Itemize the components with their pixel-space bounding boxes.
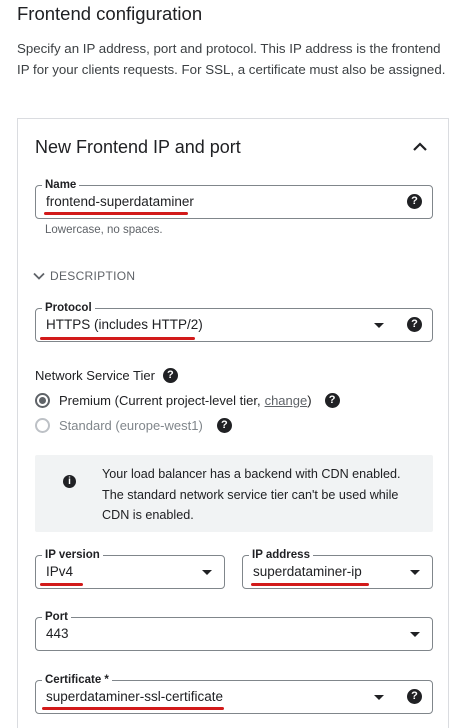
radio-button-disabled [35,418,50,433]
radio-standard-label: Standard (europe-west1) [59,418,203,433]
protocol-label: Protocol [42,300,95,316]
protocol-value: HTTPS (includes HTTP/2) [46,317,203,332]
frontend-ip-port-card: New Frontend IP and port Name frontend-s… [17,118,449,728]
collapse-button[interactable] [408,135,432,159]
chevron-down-icon [33,272,45,280]
port-value: 443 [46,626,69,641]
ip-address-select[interactable]: IP address superdataminer-ip [242,547,433,589]
protocol-select[interactable]: Protocol HTTPS (includes HTTP/2) ? [35,300,433,342]
certificate-label: Certificate * [42,672,112,688]
dropdown-arrow-icon [374,323,384,328]
page-description: Specify an IP address, port and protocol… [17,41,446,77]
dropdown-arrow-icon [374,695,384,700]
help-icon[interactable]: ? [324,393,340,408]
radio-button-checked[interactable] [35,393,50,408]
chevron-up-icon [413,142,427,151]
radio-premium[interactable]: Premium (Current project-level tier, cha… [35,393,340,408]
name-field-label: Name [42,177,80,193]
name-field-value: frontend-superdataminer [46,194,194,209]
cdn-info-box: i Your load balancer has a backend with … [35,455,433,532]
annotation-underline [40,583,83,586]
change-tier-link[interactable]: change [265,393,308,408]
port-label: Port [42,609,71,625]
radio-premium-label: Premium (Current project-level tier, [59,393,261,408]
page-title: Frontend configuration [17,3,203,24]
help-icon[interactable]: ? [407,194,422,209]
description-toggle[interactable]: DESCRIPTION [33,269,135,283]
dropdown-arrow-icon [410,570,420,575]
dropdown-arrow-icon [202,570,212,575]
description-toggle-label: DESCRIPTION [50,269,136,283]
help-icon[interactable]: ? [162,368,178,383]
radio-premium-suffix: ) [307,393,312,408]
annotation-underline [251,583,369,586]
ip-version-value: IPv4 [46,564,74,579]
card-title: New Frontend IP and port [35,137,241,157]
certificate-value: superdataminer-ssl-certificate [46,689,224,704]
name-field[interactable]: Name frontend-superdataminer ? [35,177,433,219]
help-icon[interactable]: ? [216,418,232,433]
ip-version-select[interactable]: IP version IPv4 [35,547,225,589]
ip-address-label: IP address [249,547,313,563]
help-icon[interactable]: ? [407,317,422,332]
info-icon: i [63,475,76,488]
dropdown-arrow-icon [410,632,420,637]
name-hint: Lowercase, no spaces. [45,224,163,236]
ip-version-label: IP version [42,547,103,563]
network-tier-text: Network Service Tier [35,368,155,383]
help-icon[interactable]: ? [407,689,422,704]
certificate-select[interactable]: Certificate * superdataminer-ssl-certifi… [35,672,433,714]
radio-standard: Standard (europe-west1) ? [35,418,232,433]
annotation-underline [42,707,224,710]
port-select[interactable]: Port 443 [35,609,433,651]
annotation-underline [40,337,195,340]
annotation-underline [44,212,188,215]
ip-address-value: superdataminer-ip [253,564,362,579]
info-text: Your load balancer has a backend with CD… [102,467,401,522]
network-tier-label: Network Service Tier ? [35,368,178,383]
